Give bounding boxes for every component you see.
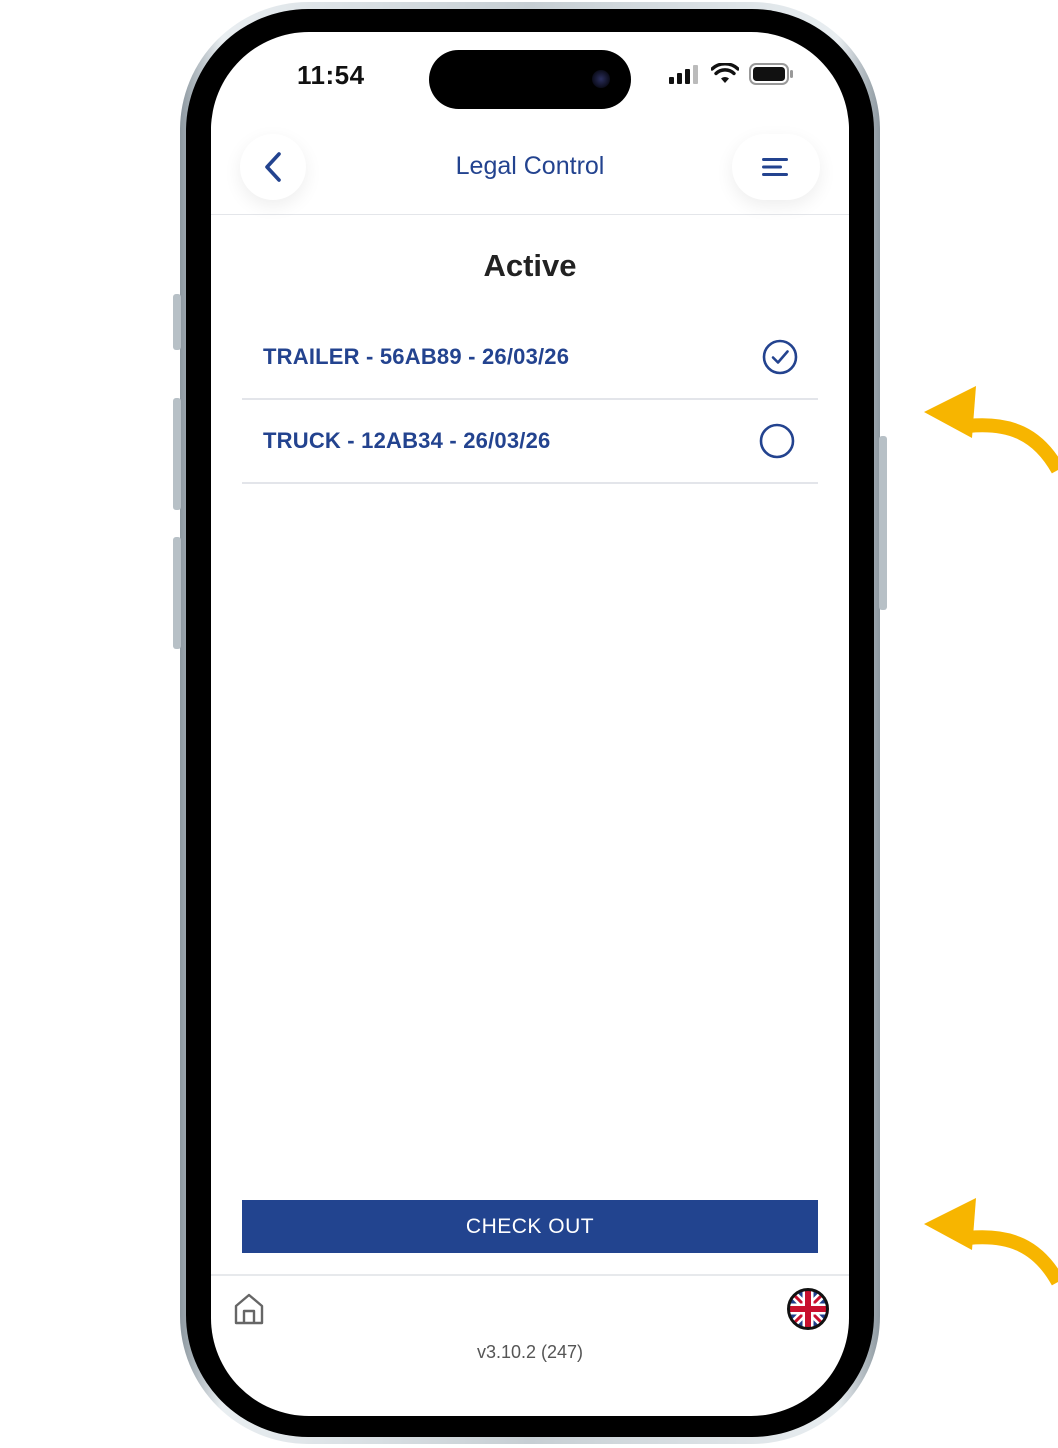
phone-volume-down-button [173,537,181,649]
footer: v3.10.2 (247) [211,1274,849,1416]
hamburger-menu-icon [762,158,788,176]
check-out-button[interactable]: CHECK OUT [242,1200,818,1253]
wifi-icon [711,63,739,83]
app-header: Legal Control [211,120,849,215]
camera-icon [592,70,610,88]
status-icons [669,63,795,85]
phone-action-button [173,294,181,350]
list-item[interactable]: TRUCK - 12AB34 - 26/03/26 [242,400,818,484]
phone-volume-up-button [173,398,181,510]
status-time: 11:54 [297,60,365,90]
radio-checked-icon[interactable] [762,339,798,375]
cellular-signal-icon [669,65,698,84]
phone-power-button [879,436,887,610]
annotation-arrow-icon [924,386,1058,474]
list-item-label: TRUCK - 12AB34 - 26/03/26 [263,428,551,453]
section-title: Active [483,248,577,283]
battery-icon [749,63,793,85]
annotation-arrow-icon [924,1198,1058,1286]
app-screen: 11:54 Legal Control Active TRAILER - 56A… [211,32,849,1416]
list-item-label: TRAILER - 56AB89 - 26/03/26 [263,344,570,369]
radio-unchecked-icon[interactable] [759,423,795,459]
app-version: v3.10.2 (247) [476,1342,584,1362]
list-item[interactable]: TRAILER - 56AB89 - 26/03/26 [242,316,818,400]
vehicle-list: TRAILER - 56AB89 - 26/03/26 TRUCK - 12AB… [242,316,818,484]
dynamic-island [429,50,631,109]
uk-flag-icon[interactable] [787,1288,829,1330]
home-icon[interactable] [233,1292,265,1326]
menu-button[interactable] [732,134,820,200]
